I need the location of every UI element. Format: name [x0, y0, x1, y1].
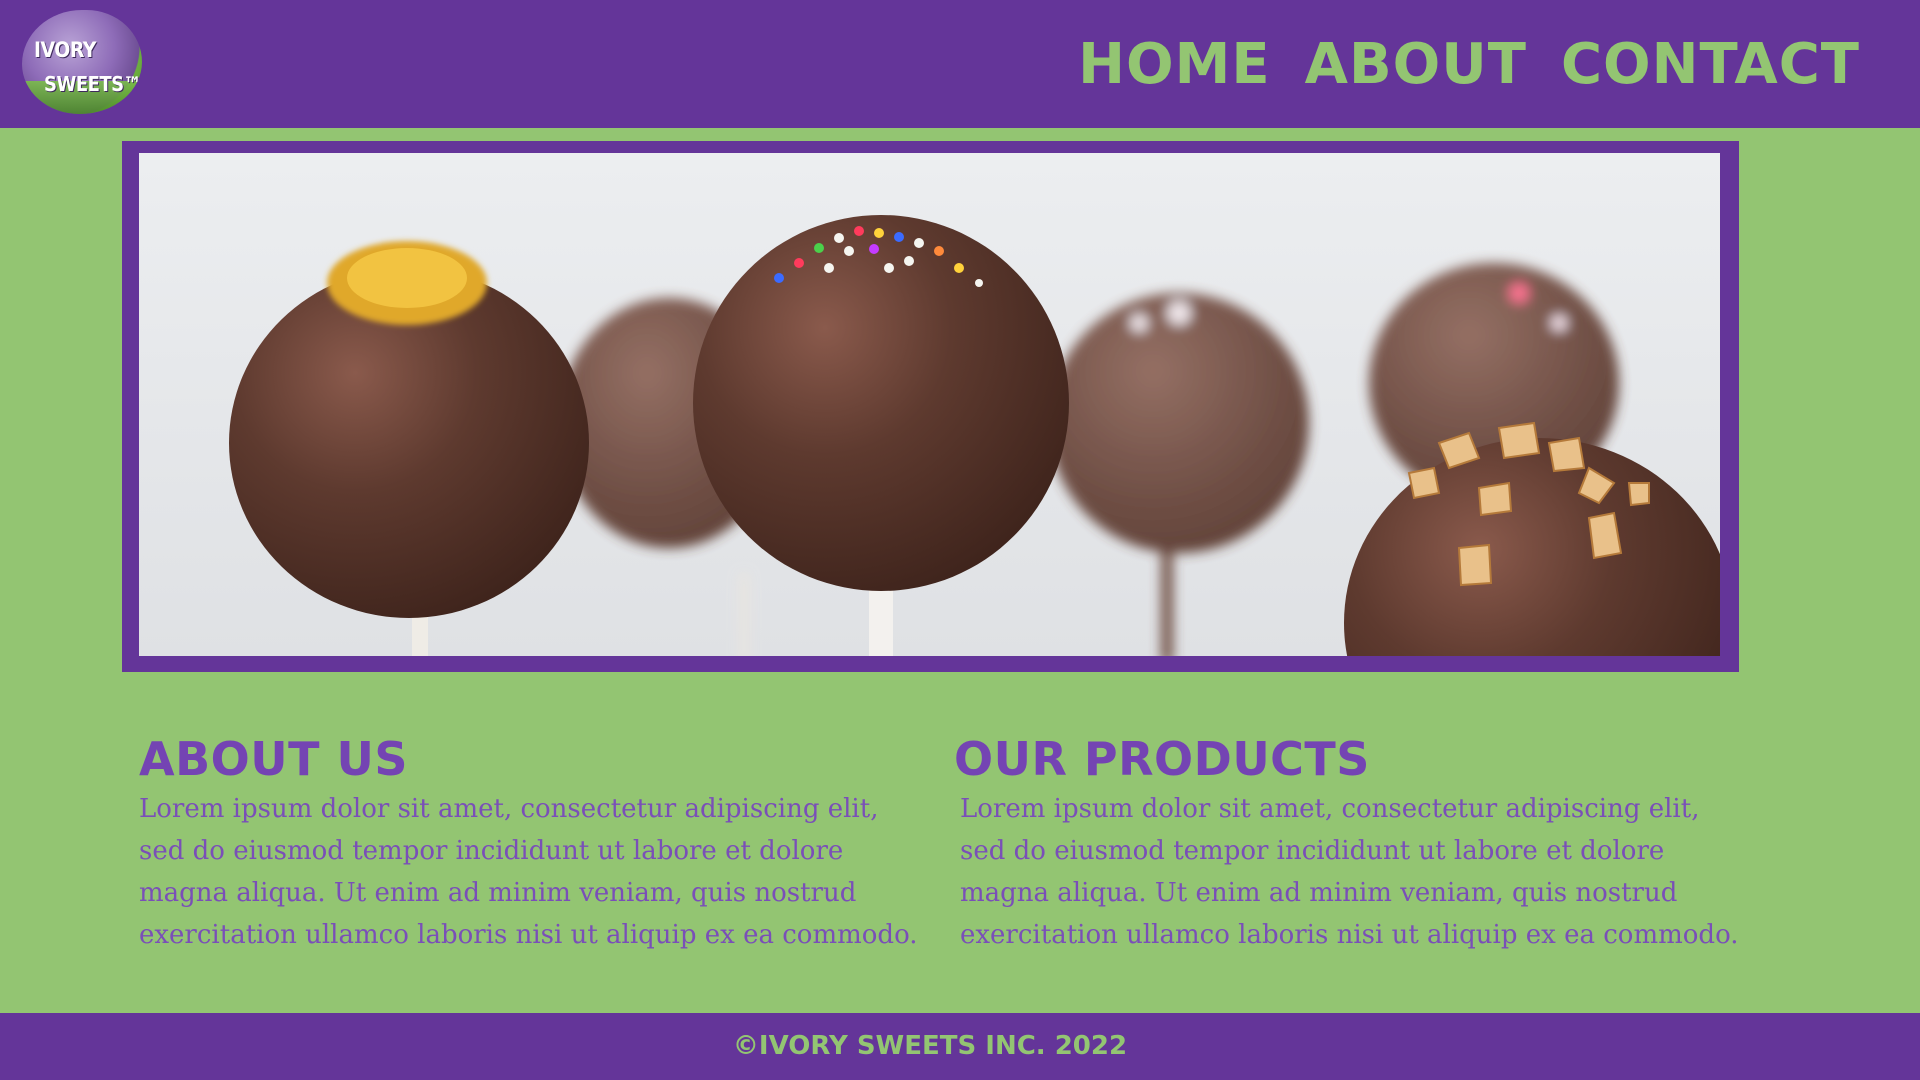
- our-products-section: OUR PRODUCTS Lorem ipsum dolor sit amet,…: [954, 730, 1739, 956]
- our-products-heading: OUR PRODUCTS: [954, 732, 1370, 786]
- our-products-body: Lorem ipsum dolor sit amet, consectetur …: [960, 794, 1739, 950]
- site-header: IVORY SWEETS™ HOME ABOUT CONTACT: [0, 0, 1920, 128]
- logo-text-line-1: IVORY: [34, 38, 96, 62]
- cake-pops-illustration: [229, 215, 1720, 656]
- logo-text-line-2: SWEETS™: [44, 72, 142, 96]
- hero-image: [139, 153, 1720, 656]
- hero-image-frame: [122, 141, 1739, 672]
- nav-contact-link[interactable]: CONTACT: [1561, 30, 1860, 100]
- cake-pop-sprinkles: [693, 215, 1069, 656]
- about-us-heading: ABOUT US: [139, 732, 408, 786]
- ivory-sweets-logo[interactable]: IVORY SWEETS™: [22, 10, 142, 114]
- nav-home-link[interactable]: HOME: [1078, 30, 1270, 100]
- copyright-text: ©IVORY SWEETS INC. 2022: [732, 1031, 1128, 1061]
- site-footer: ©IVORY SWEETS INC. 2022: [0, 1013, 1920, 1080]
- cake-pop-gold: [229, 241, 589, 656]
- nav-about-link[interactable]: ABOUT: [1305, 30, 1527, 100]
- about-us-body: Lorem ipsum dolor sit amet, consectetur …: [139, 794, 918, 950]
- main-nav: HOME ABOUT CONTACT: [1078, 30, 1860, 100]
- about-us-section: ABOUT US Lorem ipsum dolor sit amet, con…: [139, 730, 919, 956]
